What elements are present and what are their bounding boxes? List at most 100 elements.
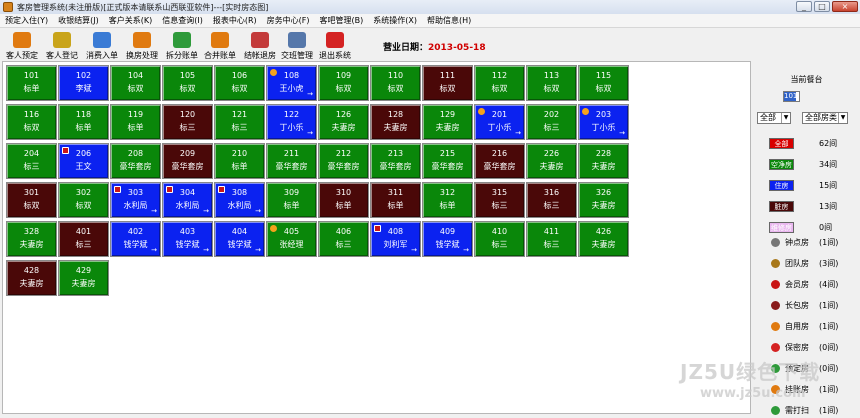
room-tile[interactable]: 402 钱学斌 → bbox=[110, 221, 161, 257]
room-tile[interactable]: 316 标三 bbox=[526, 182, 577, 218]
room-tile[interactable]: 304 水利局 → bbox=[162, 182, 213, 218]
room-tile[interactable]: 403 钱学斌 → bbox=[162, 221, 213, 257]
menu-item[interactable]: 客吧管理(B) bbox=[315, 15, 369, 26]
room-tile[interactable]: 406 标三 bbox=[318, 221, 369, 257]
menu-item[interactable]: 预定入住(Y) bbox=[0, 15, 53, 26]
toolbar-button[interactable]: 客人预定 bbox=[3, 31, 41, 61]
room-tile[interactable]: 410 标三 bbox=[474, 221, 525, 257]
room-tile[interactable]: 315 标三 bbox=[474, 182, 525, 218]
room-tile[interactable]: 113 标双 bbox=[526, 65, 577, 101]
room-type-legend-row[interactable]: 团队房 (3间) bbox=[753, 258, 860, 269]
room-tile[interactable]: 105 标双 bbox=[162, 65, 213, 101]
room-tile[interactable]: 401 标三 bbox=[58, 221, 109, 257]
menu-item[interactable]: 系统操作(X) bbox=[368, 15, 422, 26]
room-tile[interactable]: 426 夫妻房 bbox=[578, 221, 629, 257]
room-search-input[interactable]: 101 bbox=[783, 91, 800, 102]
menu-item[interactable]: 信息查询(I) bbox=[157, 15, 208, 26]
status-legend-row[interactable]: 脏房 13间 bbox=[753, 201, 860, 212]
room-tile[interactable]: 411 标三 bbox=[526, 221, 577, 257]
toolbar-button[interactable]: 合并账单 bbox=[201, 31, 239, 61]
room-tile[interactable]: 102 李斌 bbox=[58, 65, 109, 101]
room-tile[interactable]: 215 豪华套房 bbox=[422, 143, 473, 179]
close-button[interactable]: × bbox=[832, 1, 858, 12]
room-tile[interactable]: 409 钱学斌 → bbox=[422, 221, 473, 257]
room-tile[interactable]: 309 标单 bbox=[266, 182, 317, 218]
room-tile[interactable]: 101 标单 bbox=[6, 65, 57, 101]
room-tile[interactable]: 408 刘利军 → bbox=[370, 221, 421, 257]
room-tile[interactable]: 226 夫妻房 bbox=[526, 143, 577, 179]
room-tile[interactable]: 121 标三 bbox=[214, 104, 265, 140]
room-tile[interactable]: 210 标单 bbox=[214, 143, 265, 179]
room-tile[interactable]: 301 标双 bbox=[6, 182, 57, 218]
toolbar-button[interactable]: 拆分账单 bbox=[163, 31, 201, 61]
room-type-legend-row[interactable]: 长包房 (1间) bbox=[753, 300, 860, 311]
room-tile[interactable]: 203 丁小乐 → bbox=[578, 104, 629, 140]
room-tile[interactable]: 212 豪华套房 bbox=[318, 143, 369, 179]
room-type-legend-row[interactable]: 需打扫 (1间) bbox=[753, 405, 860, 416]
room-tile[interactable]: 206 王文 bbox=[58, 143, 109, 179]
room-tile[interactable]: 126 夫妻房 bbox=[318, 104, 369, 140]
status-legend-row[interactable]: 住房 15间 bbox=[753, 180, 860, 191]
room-tile[interactable]: 112 标双 bbox=[474, 65, 525, 101]
room-tile[interactable]: 216 豪华套房 bbox=[474, 143, 525, 179]
room-tile[interactable]: 106 标双 bbox=[214, 65, 265, 101]
room-tile[interactable]: 209 豪华套房 bbox=[162, 143, 213, 179]
room-tile[interactable]: 429 夫妻房 bbox=[58, 260, 109, 296]
room-tile[interactable]: 312 标单 bbox=[422, 182, 473, 218]
room-tile[interactable]: 208 豪华套房 bbox=[110, 143, 161, 179]
room-tile[interactable]: 202 标三 bbox=[526, 104, 577, 140]
room-tile[interactable]: 104 标双 bbox=[110, 65, 161, 101]
room-tile[interactable]: 204 标三 bbox=[6, 143, 57, 179]
member-marker-icon bbox=[166, 186, 173, 193]
room-tile[interactable]: 404 钱学斌 → bbox=[214, 221, 265, 257]
room-tile[interactable]: 326 夫妻房 bbox=[578, 182, 629, 218]
menu-item[interactable]: 帮助信息(H) bbox=[422, 15, 476, 26]
room-type-legend-row[interactable]: 钟点房 (1间) bbox=[753, 237, 860, 248]
room-tile[interactable]: 328 夫妻房 bbox=[6, 221, 57, 257]
toolbar-button[interactable]: 消费入单 bbox=[83, 31, 121, 61]
menu-item[interactable]: 客户关系(K) bbox=[104, 15, 158, 26]
toolbar-button[interactable]: 交班管理 bbox=[278, 31, 316, 61]
room-tile[interactable]: 308 水利局 → bbox=[214, 182, 265, 218]
room-tile[interactable]: 120 标三 bbox=[162, 104, 213, 140]
room-tile[interactable]: 213 豪华套房 bbox=[370, 143, 421, 179]
room-tile[interactable]: 211 豪华套房 bbox=[266, 143, 317, 179]
room-type-filter-select[interactable]: 全部房类 ▼ bbox=[802, 112, 848, 124]
status-legend-row[interactable]: 空净房 34间 bbox=[753, 159, 860, 170]
room-tile[interactable]: 405 张经理 bbox=[266, 221, 317, 257]
maximize-button[interactable]: □ bbox=[814, 1, 830, 12]
room-tile[interactable]: 128 夫妻房 bbox=[370, 104, 421, 140]
room-type-legend-row[interactable]: 保密房 (0间) bbox=[753, 342, 860, 353]
toolbar-button[interactable]: 结帐退房 bbox=[241, 31, 279, 61]
room-tile[interactable]: 129 夫妻房 bbox=[422, 104, 473, 140]
minimize-button[interactable]: _ bbox=[796, 1, 812, 12]
toolbar-button[interactable]: 客人登记 bbox=[43, 31, 81, 61]
toolbar-button[interactable]: 退出系统 bbox=[316, 31, 354, 61]
room-tile[interactable]: 108 王小虎 → bbox=[266, 65, 317, 101]
toolbar-button[interactable]: 换房处理 bbox=[123, 31, 161, 61]
menu-item[interactable]: 房务中心(F) bbox=[262, 15, 315, 26]
room-tile[interactable]: 428 夫妻房 bbox=[6, 260, 57, 296]
room-tile[interactable]: 118 标单 bbox=[58, 104, 109, 140]
room-tile[interactable]: 311 标单 bbox=[370, 182, 421, 218]
room-type-legend-row[interactable]: 自用房 (1间) bbox=[753, 321, 860, 332]
room-type-legend-row[interactable]: 会员房 (4间) bbox=[753, 279, 860, 290]
floor-filter-select[interactable]: 全部 ▼ bbox=[757, 112, 791, 124]
room-tile[interactable]: 228 夫妻房 bbox=[578, 143, 629, 179]
room-tile[interactable]: 115 标双 bbox=[578, 65, 629, 101]
room-tile[interactable]: 303 水利局 → bbox=[110, 182, 161, 218]
room-tile[interactable]: 109 标双 bbox=[318, 65, 369, 101]
room-tile[interactable]: 111 标双 bbox=[422, 65, 473, 101]
room-number: 121 bbox=[231, 110, 248, 119]
room-tile[interactable]: 116 标双 bbox=[6, 104, 57, 140]
menu-item[interactable]: 报表中心(R) bbox=[208, 15, 262, 26]
menu-item[interactable]: 收银结算(J) bbox=[53, 15, 104, 26]
room-tile[interactable]: 122 丁小乐 → bbox=[266, 104, 317, 140]
room-tile[interactable]: 302 标双 bbox=[58, 182, 109, 218]
room-tile[interactable]: 110 标双 bbox=[370, 65, 421, 101]
status-legend-row[interactable]: 全部 62间 bbox=[753, 138, 860, 149]
status-legend-row[interactable]: 维修房 0间 bbox=[753, 222, 860, 233]
room-tile[interactable]: 310 标单 bbox=[318, 182, 369, 218]
room-tile[interactable]: 119 标单 bbox=[110, 104, 161, 140]
room-tile[interactable]: 201 丁小乐 → bbox=[474, 104, 525, 140]
